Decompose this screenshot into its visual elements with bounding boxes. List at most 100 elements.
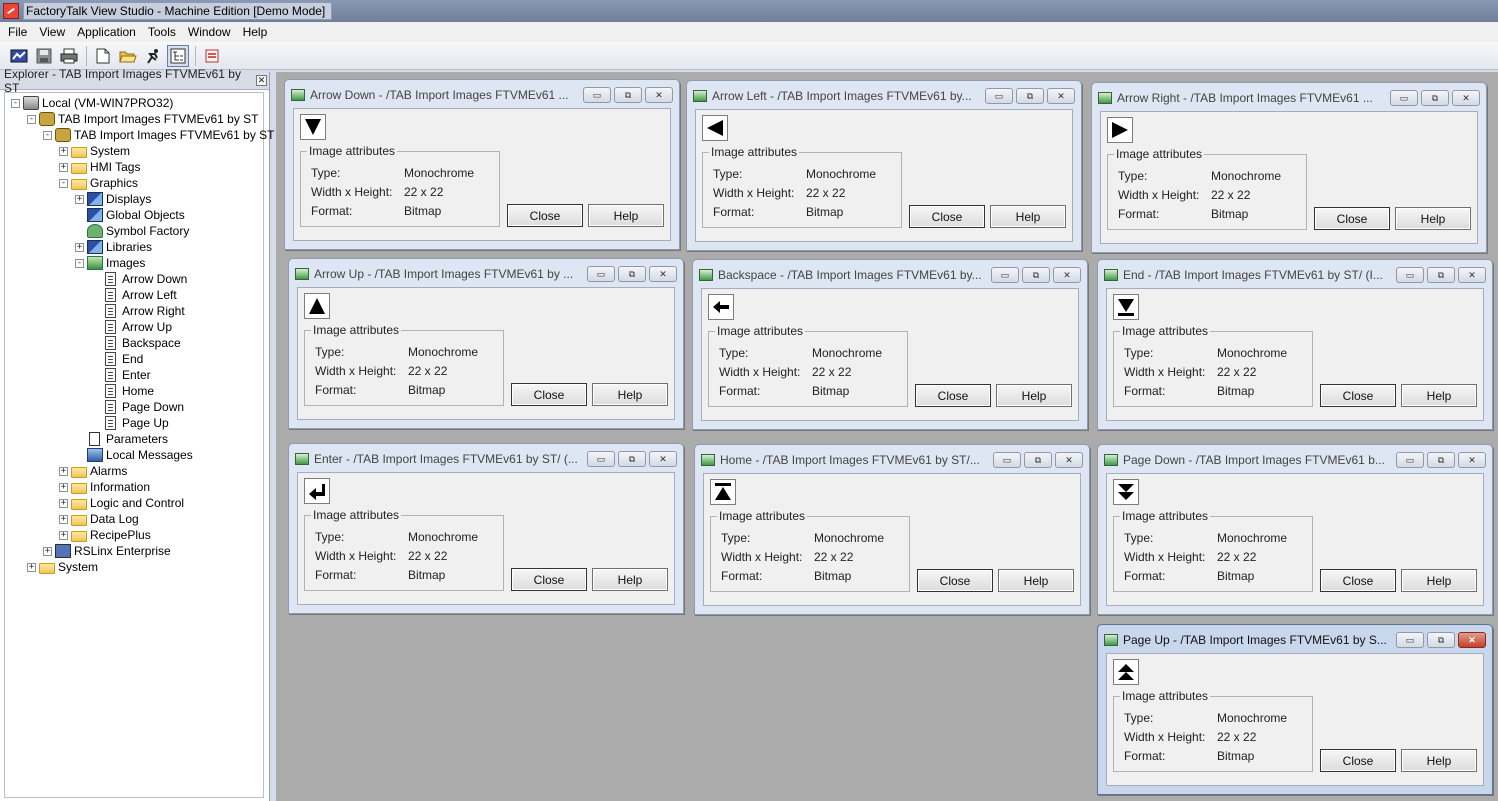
menu-view[interactable]: View [33,25,71,39]
minimize-button[interactable]: ▭ [1390,90,1418,106]
collapse-icon[interactable]: - [43,130,52,140]
menu-tools[interactable]: Tools [142,25,182,39]
save-icon[interactable] [33,45,55,67]
close-button[interactable]: Close [1314,207,1390,230]
tree-item-arrow-up[interactable]: Arrow Up [91,319,172,335]
minimize-button[interactable]: ▭ [1396,632,1424,648]
explorer-close-icon[interactable]: ✕ [256,75,267,86]
window-close-button[interactable]: ✕ [1458,452,1486,468]
minimize-button[interactable]: ▭ [1396,267,1424,283]
open-project-icon[interactable] [8,45,30,67]
close-button[interactable]: Close [917,569,993,592]
close-button[interactable]: Close [511,568,587,591]
print-icon[interactable] [58,45,80,67]
restore-button[interactable]: ⧉ [1427,632,1455,648]
help-button[interactable]: Help [588,204,664,227]
window-title-bar[interactable]: Enter - /TAB Import Images FTVMEv61 by S… [295,449,677,469]
error-list-icon[interactable] [201,45,223,67]
tree-item-arrow-down[interactable]: Arrow Down [91,271,187,287]
restore-button[interactable]: ⧉ [1427,452,1455,468]
window-title-bar[interactable]: Page Down - /TAB Import Images FTVMEv61 … [1104,450,1486,470]
tree-item-local-vm-win7pro32-[interactable]: - Local (VM-WIN7PRO32) [11,95,173,111]
window-title-bar[interactable]: Backspace - /TAB Import Images FTVMEv61 … [699,265,1081,285]
tree-item-page-up[interactable]: Page Up [91,415,169,431]
expand-icon[interactable]: + [59,146,68,156]
tree-view-icon[interactable] [167,44,189,67]
image-properties-window[interactable]: Enter - /TAB Import Images FTVMEv61 by S… [288,443,684,614]
close-button[interactable]: Close [1320,569,1396,592]
expand-icon[interactable]: + [59,514,68,524]
window-close-button[interactable]: ✕ [649,266,677,282]
tree-item-enter[interactable]: Enter [91,367,151,383]
tree-item-local-messages[interactable]: Local Messages [75,447,193,463]
help-button[interactable]: Help [996,384,1072,407]
restore-button[interactable]: ⧉ [1022,267,1050,283]
restore-button[interactable]: ⧉ [1024,452,1052,468]
restore-button[interactable]: ⧉ [618,266,646,282]
window-close-button[interactable]: ✕ [1452,90,1480,106]
factorytalk-app-icon[interactable] [3,3,19,19]
explorer-tree[interactable]: - Local (VM-WIN7PRO32) - TAB Import Images … [4,92,275,798]
tree-item-graphics[interactable]: - Graphics [59,175,138,191]
tree-item-system[interactable]: + System [27,559,98,575]
tree-item-displays[interactable]: + Displays [75,191,151,207]
restore-button[interactable]: ⧉ [614,87,642,103]
tree-item-global-objects[interactable]: Global Objects [75,207,185,223]
minimize-button[interactable]: ▭ [993,452,1021,468]
restore-button[interactable]: ⧉ [618,451,646,467]
close-button[interactable]: Close [1320,749,1396,772]
window-close-button[interactable]: ✕ [1458,267,1486,283]
close-button[interactable]: Close [1320,384,1396,407]
tree-item-system[interactable]: + System [59,143,130,159]
window-close-button[interactable]: ✕ [645,87,673,103]
window-title-bar[interactable]: Home - /TAB Import Images FTVMEv61 by ST… [701,450,1083,470]
minimize-button[interactable]: ▭ [985,88,1013,104]
menu-window[interactable]: Window [182,25,237,39]
window-title-bar[interactable]: Page Up - /TAB Import Images FTVMEv61 by… [1104,630,1486,650]
tree-item-hmi-tags[interactable]: + HMI Tags [59,159,140,175]
help-button[interactable]: Help [998,569,1074,592]
image-properties-window[interactable]: Home - /TAB Import Images FTVMEv61 by ST… [694,444,1090,615]
menu-application[interactable]: Application [71,25,142,39]
expand-icon[interactable]: + [59,498,68,508]
tree-item-logic-and-control[interactable]: + Logic and Control [59,495,184,511]
window-title-bar[interactable]: Arrow Left - /TAB Import Images FTVMEv61… [693,86,1075,106]
run-icon[interactable] [142,45,164,67]
minimize-button[interactable]: ▭ [991,267,1019,283]
tree-item-tab-import-images-ftvmev61-by-st[interactable]: - TAB Import Images FTVMEv61 by ST [27,111,259,127]
tree-item-arrow-left[interactable]: Arrow Left [91,287,177,303]
tree-item-recipeplus[interactable]: + RecipePlus [59,527,151,543]
open-folder-icon[interactable] [117,45,139,67]
menu-help[interactable]: Help [237,25,274,39]
tree-item-end[interactable]: End [91,351,143,367]
image-properties-window[interactable]: End - /TAB Import Images FTVMEv61 by ST/… [1097,259,1493,430]
tree-item-libraries[interactable]: + Libraries [75,239,152,255]
window-title-bar[interactable]: Arrow Down - /TAB Import Images FTVMEv61… [291,85,673,105]
image-properties-window[interactable]: Arrow Up - /TAB Import Images FTVMEv61 b… [288,258,684,429]
image-properties-window[interactable]: Arrow Left - /TAB Import Images FTVMEv61… [686,80,1082,251]
expand-icon[interactable]: + [75,242,84,252]
help-button[interactable]: Help [1401,749,1477,772]
restore-button[interactable]: ⧉ [1016,88,1044,104]
image-properties-window[interactable]: Page Down - /TAB Import Images FTVMEv61 … [1097,444,1493,615]
tree-item-alarms[interactable]: + Alarms [59,463,127,479]
close-button[interactable]: Close [507,204,583,227]
minimize-button[interactable]: ▭ [587,266,615,282]
help-button[interactable]: Help [592,568,668,591]
image-properties-window[interactable]: Arrow Right - /TAB Import Images FTVMEv6… [1091,82,1487,253]
minimize-button[interactable]: ▭ [1396,452,1424,468]
menu-file[interactable]: File [2,25,33,39]
tree-item-backspace[interactable]: Backspace [91,335,181,351]
help-button[interactable]: Help [592,383,668,406]
window-close-button[interactable]: ✕ [649,451,677,467]
minimize-button[interactable]: ▭ [583,87,611,103]
tree-item-images[interactable]: - Images [75,255,145,271]
window-close-button[interactable]: ✕ [1055,452,1083,468]
expand-icon[interactable]: + [59,482,68,492]
image-properties-window[interactable]: Backspace - /TAB Import Images FTVMEv61 … [692,259,1088,430]
new-icon[interactable] [92,45,114,67]
tree-item-arrow-right[interactable]: Arrow Right [91,303,185,319]
window-title-bar[interactable]: Arrow Up - /TAB Import Images FTVMEv61 b… [295,264,677,284]
help-button[interactable]: Help [1401,384,1477,407]
close-button[interactable]: Close [909,205,985,228]
